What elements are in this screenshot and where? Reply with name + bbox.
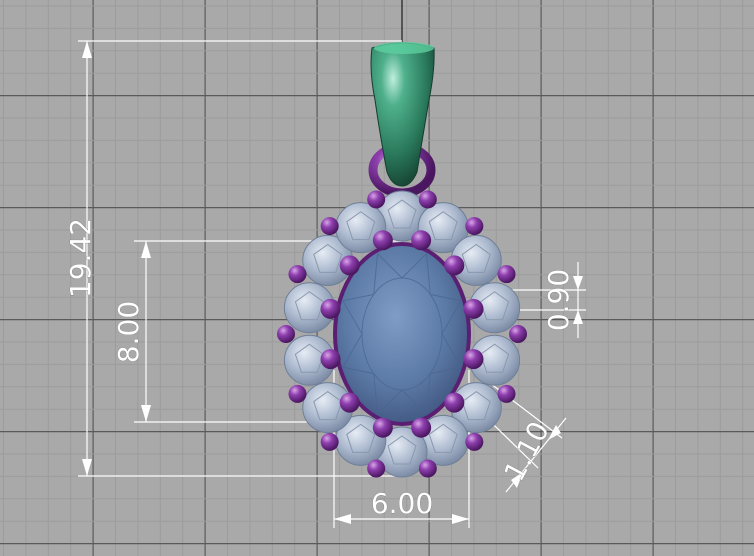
prong-ball[interactable]: [367, 190, 386, 209]
prong-ball[interactable]: [372, 230, 393, 251]
bail[interactable]: [370, 42, 435, 187]
label-accent-diameter: 0.90: [542, 269, 575, 331]
prong-ball[interactable]: [444, 255, 465, 276]
prong-ball[interactable]: [320, 298, 341, 319]
prong-ball[interactable]: [288, 265, 307, 284]
prong-ball[interactable]: [497, 265, 516, 284]
prong-ball[interactable]: [463, 298, 484, 319]
prong-ball[interactable]: [339, 255, 360, 276]
prong-ball[interactable]: [509, 325, 527, 343]
prong-ball[interactable]: [339, 392, 360, 413]
arrow-up-icon: [141, 241, 151, 258]
label-total-height: 19.42: [64, 218, 97, 298]
prong-ball[interactable]: [372, 417, 393, 438]
prong-ball[interactable]: [367, 459, 386, 478]
label-stone-height: 8.00: [112, 301, 145, 363]
cad-scene: 19.42 8.00 6.00 0.90 1.10: [0, 0, 754, 556]
arrow-down-icon: [141, 405, 151, 422]
prong-ball[interactable]: [444, 392, 465, 413]
arrow-left-icon: [334, 514, 351, 524]
prong-ball[interactable]: [277, 325, 295, 343]
prong-ball[interactable]: [463, 349, 484, 370]
bail-top-highlight: [374, 42, 434, 54]
prong-ball[interactable]: [320, 217, 339, 236]
prong-ball[interactable]: [418, 190, 437, 209]
prong-ball[interactable]: [320, 349, 341, 370]
prong-ball[interactable]: [465, 217, 484, 236]
prong-ball[interactable]: [465, 432, 484, 451]
cad-viewport[interactable]: 19.42 8.00 6.00 0.90 1.10: [0, 0, 754, 556]
arrow-up-icon: [82, 41, 92, 58]
prong-ball[interactable]: [320, 432, 339, 451]
prong-ball[interactable]: [418, 459, 437, 478]
prong-ball[interactable]: [411, 417, 432, 438]
prong-ball[interactable]: [497, 384, 516, 403]
arrow-down-icon: [82, 459, 92, 476]
prong-ball[interactable]: [288, 384, 307, 403]
prong-ball[interactable]: [411, 230, 432, 251]
label-stone-width: 6.00: [371, 487, 433, 520]
arrow-right-icon: [452, 514, 469, 524]
